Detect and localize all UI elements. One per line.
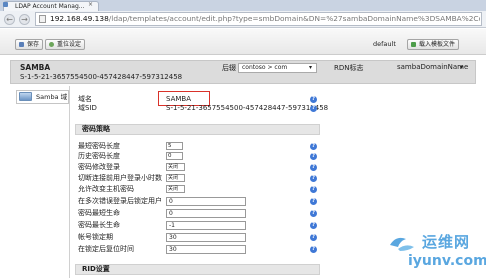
chevron-down-icon: ▾ <box>309 64 313 71</box>
help-icon[interactable]: ? <box>310 153 317 160</box>
account-subtitle: S-1-5-21-3657554500-457428447-597312458 <box>20 73 183 81</box>
help-icon[interactable]: ? <box>310 96 317 103</box>
watermark-url: iyunv.com <box>408 253 486 269</box>
lockout-duration-label: 帐号锁定期 <box>78 233 113 241</box>
domain-sid-label: 域SID <box>78 104 97 112</box>
tab-close-icon[interactable]: × <box>88 0 93 9</box>
load-template-label: 载入模板文件 <box>419 41 456 48</box>
disconnect-time-select[interactable]: 关闭 <box>166 174 185 182</box>
domain-name-label: 域名 <box>78 95 92 103</box>
reset-lockout-label: 在锁定后复位时间 <box>78 245 134 253</box>
suffix-select[interactable]: contoso > com <box>238 63 317 73</box>
save-icon <box>19 42 24 47</box>
lockout-threshold-input[interactable]: 0 <box>166 197 246 206</box>
disconnect-time-label: 切断连接前用户登录小时数 <box>78 174 162 182</box>
password-change-logon-select[interactable]: 关闭 <box>166 163 185 171</box>
help-icon[interactable]: ? <box>310 105 317 112</box>
tab-samba-label: Samba 域 <box>36 93 68 101</box>
lockout-threshold-label: 在多次错误登录后锁定用户 <box>78 197 162 205</box>
reset-lockout-input[interactable]: 30 <box>166 245 246 254</box>
url-host: 192.168.49.138 <box>50 14 109 23</box>
save-button[interactable]: 保存 <box>15 39 44 50</box>
help-icon[interactable]: ? <box>310 164 317 171</box>
domain-sid-value: S-1-5-21-3657554500-457428447-597312458 <box>166 104 329 112</box>
rdn-label: RDN标志 <box>334 64 364 72</box>
back-icon[interactable]: ← <box>4 14 15 25</box>
url-path: /ldap/templates/account/edit.php?type=sm… <box>108 14 480 23</box>
samba-icon <box>19 92 32 101</box>
watermark-logo-icon <box>390 237 414 251</box>
load-template-button[interactable]: 载入模板文件 <box>407 39 460 50</box>
watermark-text: 运维网 <box>422 233 471 251</box>
save-label: 保存 <box>27 41 40 48</box>
tab-title: LDAP Account Manag... <box>15 3 85 10</box>
reset-icon <box>49 42 54 47</box>
browser-tab[interactable]: LDAP Account Manag... <box>3 1 99 11</box>
help-icon[interactable]: ? <box>310 186 317 193</box>
reset-button[interactable]: 重位设定 <box>45 39 86 50</box>
machine-password-select[interactable]: 关闭 <box>166 185 185 193</box>
help-icon[interactable]: ? <box>310 246 317 253</box>
tab-favicon-icon <box>3 2 8 7</box>
account-title: SAMBA <box>20 63 51 72</box>
max-password-age-label: 密码最长生命 <box>78 221 120 229</box>
chevron-down-icon: ▾ <box>460 64 464 71</box>
help-icon[interactable]: ? <box>310 198 317 205</box>
lockout-duration-input[interactable]: 30 <box>166 233 246 242</box>
help-icon[interactable]: ? <box>310 175 317 182</box>
min-password-length-label: 最短密码长度 <box>78 142 120 150</box>
min-password-length-select[interactable]: 5 <box>166 142 183 150</box>
min-password-age-label: 密码最短生命 <box>78 209 120 217</box>
password-policy-header: 密码策略 <box>75 124 320 135</box>
forward-icon[interactable]: → <box>19 14 30 25</box>
rid-settings-header: RID设置 <box>75 264 320 275</box>
suffix-label: 后辍 <box>222 64 236 72</box>
help-icon[interactable]: ? <box>310 234 317 241</box>
password-history-label: 历史密码长度 <box>78 152 120 160</box>
password-change-logon-label: 密码修改登录 <box>78 163 120 171</box>
import-icon <box>411 42 416 47</box>
help-icon[interactable]: ? <box>310 210 317 217</box>
max-password-age-input[interactable]: -1 <box>166 221 246 230</box>
url-text[interactable]: 192.168.49.138/ldap/templates/account/ed… <box>50 13 480 25</box>
help-icon[interactable]: ? <box>310 222 317 229</box>
password-history-select[interactable]: 0 <box>166 152 183 160</box>
reset-label: 重位设定 <box>57 41 82 48</box>
page-icon <box>39 15 46 23</box>
help-icon[interactable]: ? <box>310 143 317 150</box>
machine-password-label: 允许改变主机密码 <box>78 185 134 193</box>
template-select[interactable]: default <box>373 40 396 49</box>
min-password-age-input[interactable]: 0 <box>166 209 246 218</box>
rdn-select[interactable]: sambaDomainName <box>397 63 468 73</box>
